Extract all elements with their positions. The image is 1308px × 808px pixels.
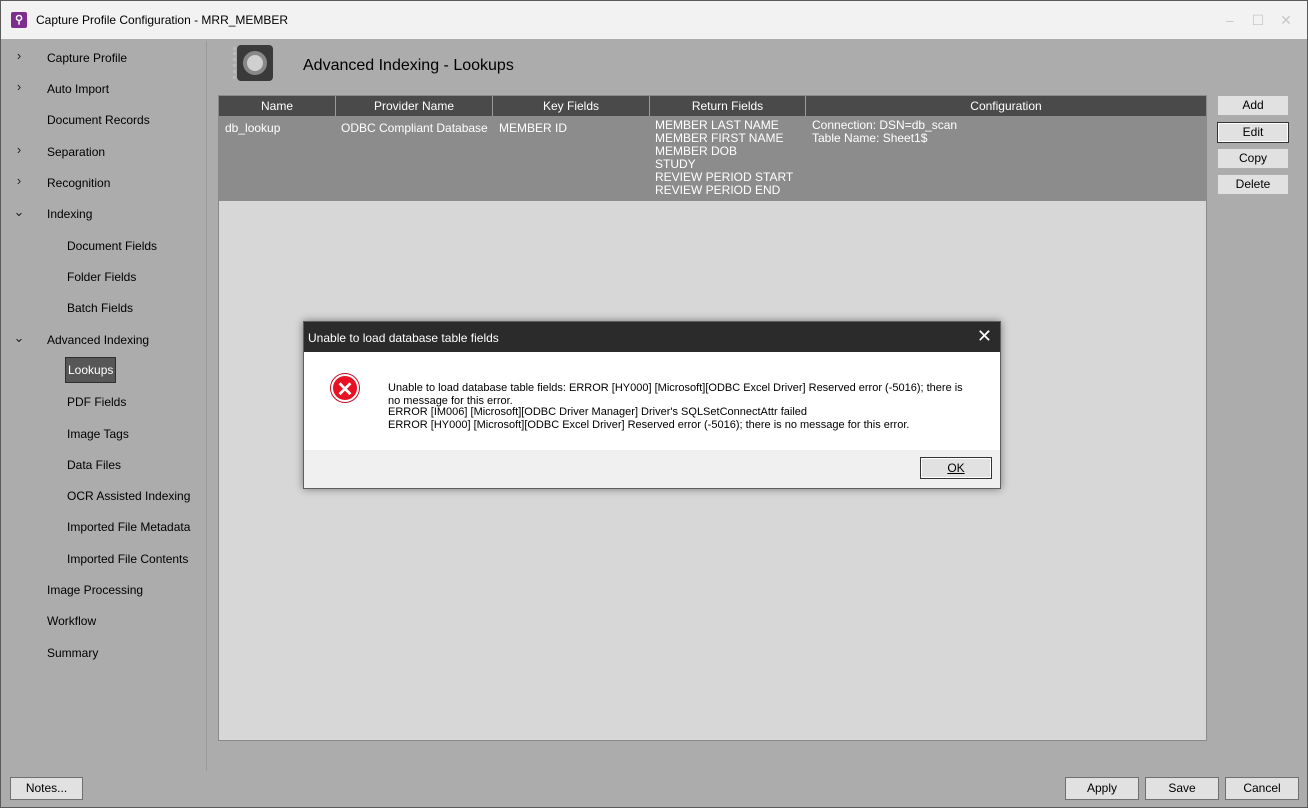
chevron-right-icon[interactable]: › (11, 173, 27, 189)
error-dialog: Unable to load database table fields ✕ ✕… (303, 321, 1001, 489)
edit-button[interactable]: Edit (1217, 122, 1289, 143)
chevron-down-icon[interactable]: ⌄ (11, 204, 27, 220)
return-field: REVIEW PERIOD END (655, 183, 781, 197)
sidebar-item-advanced-indexing[interactable]: ⌄ Advanced Indexing (11, 325, 199, 351)
title-bar: ⚲ Capture Profile Configuration - MRR_ME… (1, 1, 1307, 39)
delete-button[interactable]: Delete (1217, 174, 1289, 195)
app-icon: ⚲ (11, 12, 27, 28)
close-icon[interactable]: ✕ (1273, 9, 1299, 31)
cell-return-fields: MEMBER LAST NAME MEMBER FIRST NAME MEMBE… (655, 119, 793, 197)
sidebar-item-image-tags[interactable]: Image Tags (11, 419, 199, 445)
sidebar-item-imported-file-metadata[interactable]: Imported File Metadata (11, 512, 199, 538)
column-header-provider-name[interactable]: Provider Name (336, 96, 493, 116)
dialog-footer: OK (304, 450, 1000, 488)
dialog-title: Unable to load database table fields (308, 331, 499, 345)
column-header-configuration[interactable]: Configuration (806, 96, 1206, 116)
table-header: Name Provider Name Key Fields Return Fie… (219, 96, 1206, 116)
sidebar-item-document-fields[interactable]: Document Fields (11, 231, 199, 257)
minimize-icon[interactable]: – (1217, 9, 1243, 31)
sidebar-item-ocr-assisted-indexing[interactable]: OCR Assisted Indexing (11, 481, 199, 507)
sidebar-item-imported-file-contents[interactable]: Imported File Contents (11, 544, 199, 570)
dialog-title-bar: Unable to load database table fields ✕ (304, 322, 1000, 352)
sidebar-item-label: Data Files (67, 458, 122, 472)
sidebar-item-image-processing[interactable]: Image Processing (11, 575, 199, 601)
sidebar-item-label: Folder Fields (67, 270, 137, 284)
chevron-down-icon[interactable]: ⌄ (11, 330, 27, 346)
sidebar-item-folder-fields[interactable]: Folder Fields (11, 262, 199, 288)
chevron-right-icon[interactable]: › (11, 79, 27, 95)
close-icon[interactable]: ✕ (977, 327, 992, 345)
sidebar-item-label: OCR Assisted Indexing (67, 489, 191, 503)
ok-button[interactable]: OK (920, 457, 992, 479)
sidebar-item-label: Capture Profile (47, 51, 128, 65)
cancel-button[interactable]: Cancel (1225, 777, 1299, 800)
sidebar-item-lookups[interactable]: Lookups (11, 356, 199, 383)
cell-provider-name: ODBC Compliant Database (341, 121, 488, 135)
sidebar-nav: › Capture Profile › Auto Import Document… (11, 41, 199, 771)
page-title: Advanced Indexing - Lookups (303, 57, 514, 74)
sidebar-item-label: Lookups (65, 357, 117, 383)
sidebar-item-pdf-fields[interactable]: PDF Fields (11, 387, 199, 413)
error-message-line: ERROR [HY000] [Microsoft][ODBC Excel Dri… (388, 419, 910, 431)
sidebar-item-label: Recognition (47, 176, 111, 190)
add-button[interactable]: Add (1217, 95, 1289, 116)
sidebar-item-batch-fields[interactable]: Batch Fields (11, 293, 199, 319)
chevron-right-icon[interactable]: › (11, 142, 27, 158)
error-message-line: ERROR [IM006] [Microsoft][ODBC Driver Ma… (388, 406, 808, 418)
apply-button[interactable]: Apply (1065, 777, 1139, 800)
sidebar-item-indexing[interactable]: ⌄ Indexing (11, 199, 199, 225)
gear-icon (243, 51, 267, 75)
table-row[interactable]: db_lookup ODBC Compliant Database MEMBER… (219, 116, 1206, 201)
cell-name: db_lookup (225, 121, 281, 135)
sidebar-item-label: Imported File Contents (67, 552, 189, 566)
notebook-spiral (233, 47, 239, 79)
chevron-right-icon[interactable]: › (11, 48, 27, 64)
ok-button-label: OK (947, 461, 965, 475)
sidebar-item-capture-profile[interactable]: › Capture Profile (11, 43, 199, 69)
sidebar-item-separation[interactable]: › Separation (11, 137, 199, 163)
cell-key-fields: MEMBER ID (499, 121, 568, 135)
sidebar-item-label: Image Tags (67, 427, 129, 441)
sidebar-item-label: Imported File Metadata (67, 520, 191, 534)
sidebar-item-label: Batch Fields (67, 301, 134, 315)
copy-button[interactable]: Copy (1217, 148, 1289, 169)
footer-bar: Notes... Apply Save Cancel (1, 773, 1307, 807)
error-icon: ✕ (331, 374, 359, 402)
column-header-name[interactable]: Name (219, 96, 336, 116)
lookup-gear-icon (233, 45, 273, 81)
sidebar-item-label: Separation (47, 145, 106, 159)
sidebar-item-auto-import[interactable]: › Auto Import (11, 74, 199, 100)
sidebar-item-document-records[interactable]: Document Records (11, 105, 199, 131)
column-header-key-fields[interactable]: Key Fields (493, 96, 650, 116)
sidebar-item-label: Advanced Indexing (47, 333, 150, 347)
maximize-icon[interactable]: ☐ (1245, 9, 1271, 31)
cell-configuration: Connection: DSN=db_scan Table Name: Shee… (812, 119, 957, 145)
sidebar-item-label: Image Processing (47, 583, 144, 597)
sidebar-item-label: Workflow (47, 614, 97, 628)
sidebar-item-label: Indexing (47, 207, 93, 221)
sidebar-item-workflow[interactable]: Workflow (11, 606, 199, 632)
sidebar-item-label: Summary (47, 646, 99, 660)
column-header-return-fields[interactable]: Return Fields (650, 96, 806, 116)
sidebar-item-recognition[interactable]: › Recognition (11, 168, 199, 194)
sidebar-item-label: PDF Fields (67, 395, 127, 409)
sidebar-item-summary[interactable]: Summary (11, 638, 199, 664)
notes-button[interactable]: Notes... (10, 777, 83, 800)
error-message-line: Unable to load database table fields: ER… (388, 382, 963, 394)
save-button[interactable]: Save (1145, 777, 1219, 800)
sidebar-item-label: Auto Import (47, 82, 110, 96)
sidebar-item-data-files[interactable]: Data Files (11, 450, 199, 476)
window-title: Capture Profile Configuration - MRR_MEMB… (36, 13, 289, 27)
sidebar-item-label: Document Records (47, 113, 150, 127)
sidebar-item-label: Document Fields (67, 239, 158, 253)
configuration-line: Table Name: Sheet1$ (812, 131, 928, 145)
